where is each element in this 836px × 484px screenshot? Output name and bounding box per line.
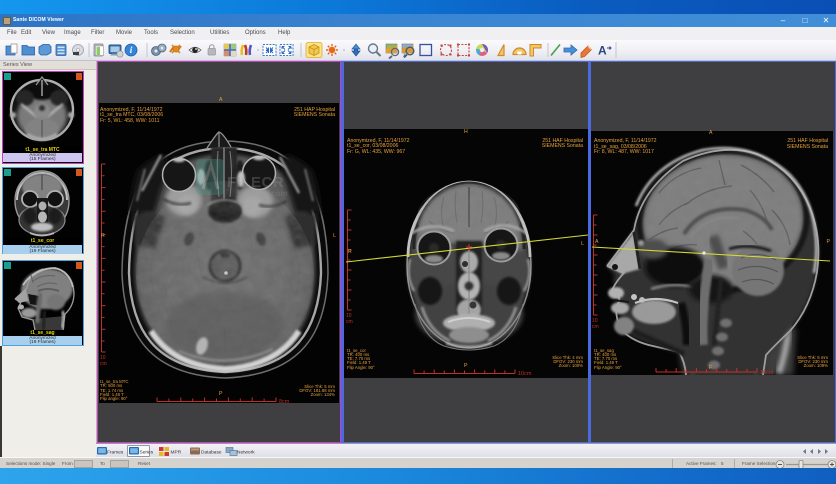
svg-text:cm: cm <box>592 324 599 330</box>
svg-text:cm: cm <box>100 361 107 367</box>
svg-text:Series: Series <box>140 449 154 455</box>
svg-text:.com: .com <box>269 189 288 198</box>
svg-text:Frames: Frames <box>107 449 124 455</box>
svg-text:cm: cm <box>346 319 353 325</box>
svg-text:10cm: 10cm <box>760 370 774 375</box>
svg-text:MPR: MPR <box>171 449 182 455</box>
svg-text:A: A <box>598 44 607 58</box>
svg-text:8cm: 8cm <box>279 399 290 403</box>
svg-text:10cm: 10cm <box>518 371 532 377</box>
svg-text:Network: Network <box>237 449 255 455</box>
svg-text:Database: Database <box>201 449 222 455</box>
